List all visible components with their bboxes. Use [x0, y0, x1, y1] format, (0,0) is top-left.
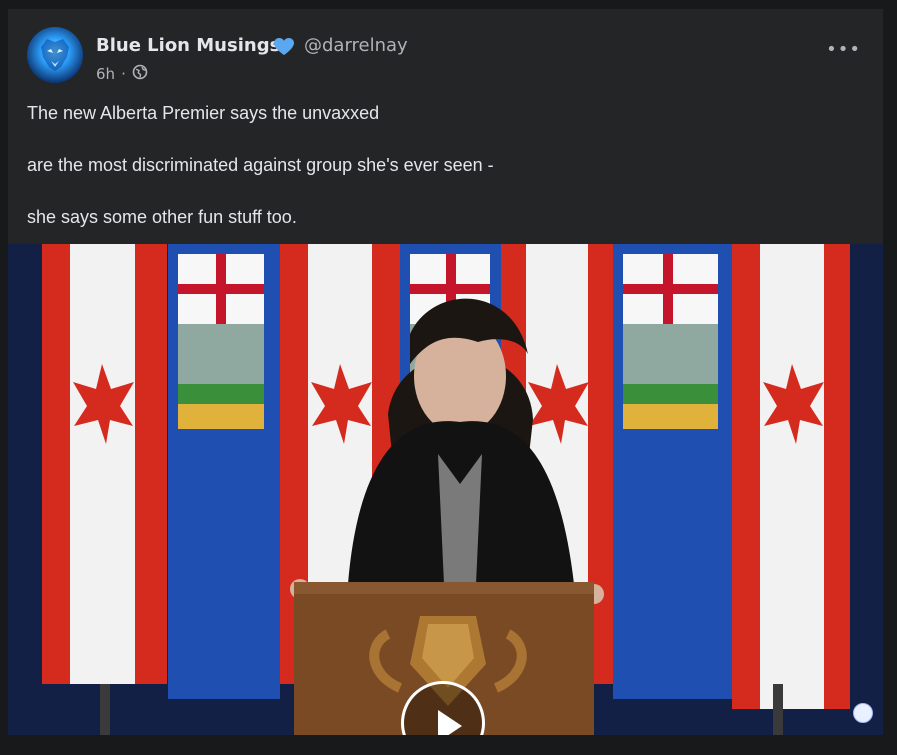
play-icon — [438, 710, 462, 735]
alberta-flag-left — [168, 244, 280, 699]
author-handle[interactable]: @darrelnay — [304, 35, 408, 56]
post-time[interactable]: 6h — [96, 65, 115, 83]
video-source-badge-icon — [853, 703, 873, 723]
post-text-line-2: are the most discriminated against group… — [27, 155, 494, 175]
video-thumbnail — [8, 244, 883, 735]
meta-separator: · — [121, 65, 126, 83]
post-text-line-3: she says some other fun stuff too. — [27, 207, 297, 227]
post-meta: 6h · — [96, 64, 148, 84]
avatar[interactable] — [27, 27, 83, 83]
canada-flag-right — [732, 244, 850, 709]
video-player[interactable] — [8, 244, 883, 735]
lion-logo-icon — [27, 27, 83, 83]
canada-flag-left — [42, 244, 167, 684]
post-text-line-1: The new Alberta Premier says the unvaxxe… — [27, 103, 380, 123]
post-card: Blue Lion Musings @darrelnay 6h · ••• Th… — [8, 9, 883, 735]
author-name[interactable]: Blue Lion Musings — [96, 35, 280, 56]
alberta-flag-right — [613, 244, 732, 699]
verified-heart-icon — [273, 37, 295, 57]
globe-icon — [132, 64, 148, 84]
more-options-icon[interactable]: ••• — [826, 39, 861, 60]
play-button[interactable] — [401, 681, 485, 735]
